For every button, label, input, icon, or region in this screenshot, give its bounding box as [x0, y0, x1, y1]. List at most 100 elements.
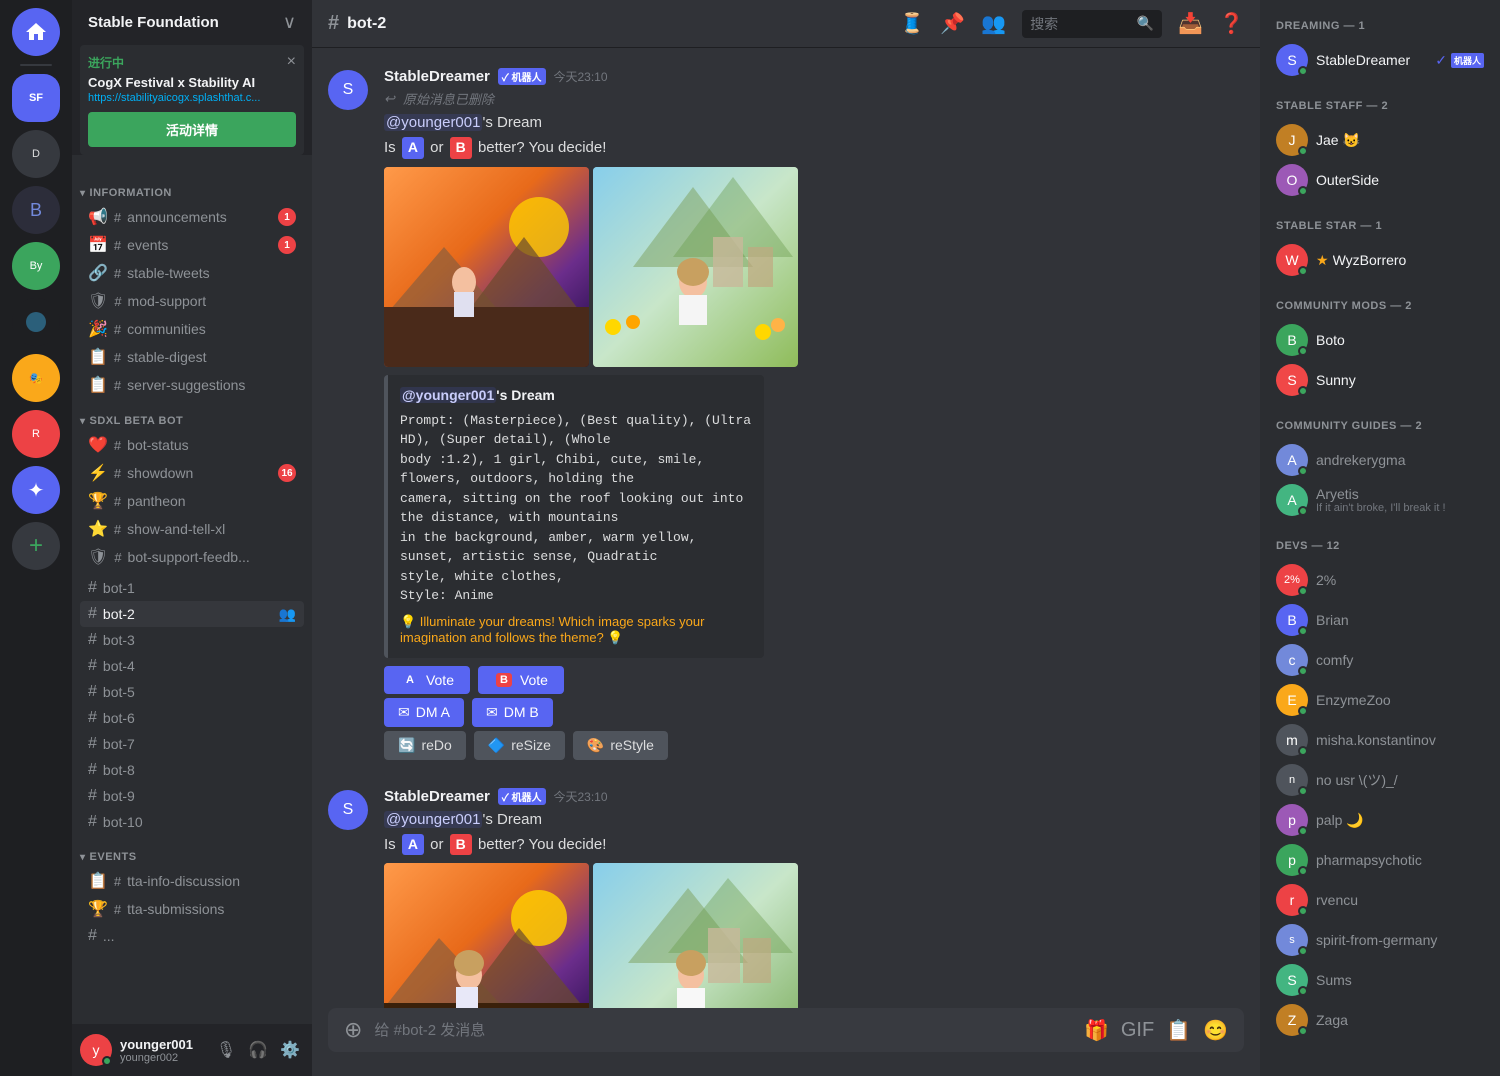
member-rvencu[interactable]: r rvencu	[1268, 880, 1492, 920]
member-boto[interactable]: B Boto	[1268, 320, 1492, 360]
member-no-usr[interactable]: n no usr \(ツ)_/	[1268, 760, 1492, 800]
mention-younger001-1[interactable]: @younger001	[384, 114, 482, 131]
search-box[interactable]: 搜索 🔍	[1022, 10, 1162, 38]
channel-server-suggestions[interactable]: 📋 # server-suggestions	[80, 371, 304, 399]
member-sunny[interactable]: S Sunny	[1268, 360, 1492, 400]
member-zaga[interactable]: Z Zaga	[1268, 1000, 1492, 1040]
dm-activity-button[interactable]: 活动详情	[88, 112, 296, 147]
channel-events[interactable]: 📅 # events 1	[80, 231, 304, 259]
section-stable-star-title: STABLE STAR — 1	[1268, 216, 1492, 236]
member-2pct[interactable]: 2% 2%	[1268, 560, 1492, 600]
section-stable-star: STABLE STAR — 1 W ★ WyzBorrero	[1268, 216, 1492, 280]
channel-show-and-tell-xl[interactable]: ⭐ # show-and-tell-xl	[80, 515, 304, 543]
channel-bot-10[interactable]: # bot-10	[80, 809, 304, 835]
server-icon-6[interactable]: R	[12, 410, 60, 458]
channel-stable-digest[interactable]: 📋 # stable-digest	[80, 343, 304, 371]
pin-icon[interactable]: 📌	[940, 11, 965, 36]
vote-a-button-1[interactable]: A Vote	[384, 666, 470, 694]
member-avatar-wyzborrero: W	[1276, 244, 1308, 276]
channel-bot-8[interactable]: # bot-8	[80, 757, 304, 783]
gift-icon[interactable]: 🎁	[1084, 1018, 1109, 1043]
member-palp[interactable]: p palp 🌙	[1268, 800, 1492, 840]
sticker-icon[interactable]: 📋	[1166, 1018, 1191, 1043]
channel-tta-submissions[interactable]: 🏆 # tta-submissions	[80, 895, 304, 923]
channel-extra[interactable]: # ...	[80, 923, 304, 949]
bot-tag-1: ✓ 机器人	[498, 68, 546, 85]
channel-bot-4[interactable]: # bot-4	[80, 653, 304, 679]
member-name-zaga: Zaga	[1316, 1012, 1484, 1028]
category-sdxl[interactable]: ▾ SDXL BETA BOT	[72, 399, 312, 431]
channel-bot-1[interactable]: # bot-1	[80, 575, 304, 601]
dm-b-button-1[interactable]: ✉ DM B	[472, 698, 553, 727]
add-attachment-button[interactable]: ⊕	[344, 1017, 362, 1043]
dm-event-link[interactable]: https://stabilityaicogx.splashthat.c...	[88, 92, 296, 104]
settings-button[interactable]: ⚙️	[276, 1036, 304, 1064]
sidebar-channels: ▾ INFORMATION 📢 # announcements 1 📅 # ev…	[72, 163, 312, 1024]
gif-icon[interactable]: GIF	[1121, 1019, 1154, 1042]
channel-bot-6[interactable]: # bot-6	[80, 705, 304, 731]
diffuse-server-icon[interactable]: D	[12, 130, 60, 178]
member-stabledreamer[interactable]: S StableDreamer ✓ 机器人	[1268, 40, 1492, 80]
emoji-icon[interactable]: 😊	[1203, 1018, 1228, 1043]
footer-avatar: y	[80, 1034, 112, 1066]
server-icon-3[interactable]: By	[12, 242, 60, 290]
channel-bot-5[interactable]: # bot-5	[80, 679, 304, 705]
inbox-icon[interactable]: 📥	[1178, 11, 1203, 36]
redo-button-1[interactable]: 🔄 reDo	[384, 731, 466, 760]
category-events[interactable]: ▾ EVENTS	[72, 835, 312, 867]
member-name-enzymezoo: EnzymeZoo	[1316, 692, 1484, 708]
dm-a-button-1[interactable]: ✉ DM A	[384, 698, 464, 727]
channel-showdown[interactable]: ⚡ # showdown 16	[80, 459, 304, 487]
member-comfy[interactable]: c comfy	[1268, 640, 1492, 680]
deafen-button[interactable]: 🎧	[244, 1036, 272, 1064]
channel-announcements[interactable]: 📢 # announcements 1	[80, 203, 304, 231]
thread-icon[interactable]: 🧵	[899, 11, 924, 36]
member-pharmapsychotic[interactable]: p pharmapsychotic	[1268, 840, 1492, 880]
member-misha[interactable]: m misha.konstantinov	[1268, 720, 1492, 760]
channel-mod-support[interactable]: 🛡 # mod-support	[80, 287, 304, 315]
member-enzymezoo[interactable]: E EnzymeZoo	[1268, 680, 1492, 720]
resize-button-1[interactable]: 🔷 reSize	[474, 731, 565, 760]
member-andrekerygma[interactable]: A andrekerygma	[1268, 440, 1492, 480]
member-wyzborrero[interactable]: W ★ WyzBorrero	[1268, 240, 1492, 280]
server-icon-5[interactable]: 🎭	[12, 354, 60, 402]
channel-bot-9[interactable]: # bot-9	[80, 783, 304, 809]
member-avatar-enzymezoo: E	[1276, 684, 1308, 716]
help-icon[interactable]: ❓	[1219, 11, 1244, 36]
member-avatar-zaga: Z	[1276, 1004, 1308, 1036]
member-outerside[interactable]: O OuterSide	[1268, 160, 1492, 200]
mention-younger001-2[interactable]: @younger001	[384, 811, 482, 828]
member-brian[interactable]: B Brian	[1268, 600, 1492, 640]
category-sdxl-arrow: ▾	[80, 416, 86, 427]
button-row-tools-1: 🔄 reDo 🔷 reSize 🎨 reStyle	[384, 731, 1244, 760]
member-spirit[interactable]: s spirit-from-germany	[1268, 920, 1492, 960]
member-sums[interactable]: S Sums	[1268, 960, 1492, 1000]
members-icon[interactable]: 👥	[981, 11, 1006, 36]
member-aryetis[interactable]: A Aryetis If it ain't broke, I'll break …	[1268, 480, 1492, 520]
channel-bot-2[interactable]: # bot-2 👥	[80, 601, 304, 627]
dm-close-button[interactable]: ×	[287, 53, 296, 71]
channel-bot-support-feedb[interactable]: 🛡 # bot-support-feedb...	[80, 543, 304, 571]
server-icon-4[interactable]	[12, 298, 60, 346]
server-dropdown-icon[interactable]: ∨	[283, 12, 296, 33]
server-icon-7[interactable]: ✦	[12, 466, 60, 514]
chat-input-field[interactable]	[374, 1012, 1072, 1049]
category-information[interactable]: ▾ INFORMATION	[72, 171, 312, 203]
member-jae[interactable]: J Jae 😺	[1268, 120, 1492, 160]
home-server-icon[interactable]	[12, 8, 60, 56]
server-icon-b[interactable]: B	[12, 186, 60, 234]
channel-pantheon[interactable]: 🏆 # pantheon	[80, 487, 304, 515]
add-server-icon[interactable]: +	[12, 522, 60, 570]
bot-tag-stabledreamer: 机器人	[1451, 53, 1484, 68]
channel-bot-7[interactable]: # bot-7	[80, 731, 304, 757]
stable-foundation-server-icon[interactable]: SF	[12, 74, 60, 122]
mute-button[interactable]: 🎙	[212, 1036, 240, 1064]
vote-b-button-1[interactable]: B Vote	[478, 666, 564, 694]
restyle-button-1[interactable]: 🎨 reStyle	[573, 731, 668, 760]
member-avatar-spirit: s	[1276, 924, 1308, 956]
channel-communities[interactable]: 🎉 # communities	[80, 315, 304, 343]
channel-tta-info-discussion[interactable]: 📋 # tta-info-discussion	[80, 867, 304, 895]
channel-bot-status[interactable]: ❤️ # bot-status	[80, 431, 304, 459]
channel-stable-tweets[interactable]: 🔗 # stable-tweets	[80, 259, 304, 287]
channel-bot-3[interactable]: # bot-3	[80, 627, 304, 653]
